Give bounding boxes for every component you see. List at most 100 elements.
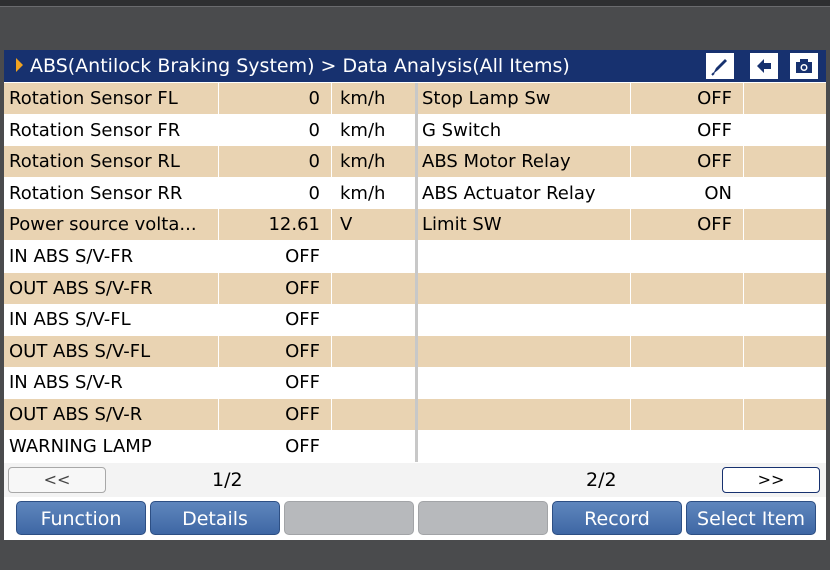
pen-icon [711,59,727,76]
right-item-unit [750,273,822,304]
left-item-unit [340,336,412,367]
left-item-unit [340,241,412,272]
left-item-name: Rotation Sensor RR [9,182,183,204]
left-item-name: Rotation Sensor RL [9,151,180,173]
right-item-unit [750,115,822,146]
left-item-name: OUT ABS S/V-FL [9,340,151,362]
left-item-value: OFF [285,404,320,425]
right-item-name [422,241,627,272]
left-item-value: OFF [285,277,320,299]
left-item-unit: km/h [340,119,386,141]
right-page-indicator: 2/2 [586,469,617,491]
left-item-unit [340,304,412,335]
right-item-value [632,241,732,272]
right-item-value: OFF [697,151,732,173]
pager-bar: << 1/2 2/2 >> [4,463,826,497]
camera-icon [796,59,812,73]
right-item-name: ABS Actuator Relay [422,182,596,204]
col-sep [630,83,631,462]
right-item-value [632,399,732,430]
right-item-unit [750,178,822,209]
right-item-name [422,273,627,304]
right-item-name [422,399,627,430]
left-item-unit: km/h [340,151,386,173]
right-item-unit [750,209,822,240]
left-item-unit [340,399,412,430]
left-item-name: OUT ABS S/V-R [9,404,143,425]
details-button[interactable]: Details [150,501,280,535]
right-item-value [632,304,732,335]
left-item-name: IN ABS S/V-FR [9,246,134,267]
left-item-name: Rotation Sensor FR [9,119,181,141]
next-page-button[interactable]: >> [722,467,820,493]
right-item-value: OFF [697,214,732,236]
back-button[interactable] [750,53,778,79]
right-item-name [422,367,627,398]
right-item-unit [750,336,822,367]
right-item-unit [750,146,822,177]
prev-page-button[interactable]: << [8,467,106,493]
data-panel: ABS(Antilock Braking System) > Data Anal… [4,50,826,540]
col-sep [331,83,332,462]
right-item-name: G Switch [422,119,502,141]
record-button[interactable]: Record [552,501,682,535]
left-item-name: Power source volta... [9,214,197,236]
right-item-name: ABS Motor Relay [422,151,571,173]
right-item-name: Limit SW [422,214,502,236]
left-item-unit [340,431,412,462]
select-item-button[interactable]: Select Item [686,501,816,535]
function-button[interactable]: Function [16,501,146,535]
col-sep [743,83,744,462]
left-item-value: 0 [308,182,320,204]
breadcrumb-arrow-icon [16,58,23,72]
left-item-value: OFF [285,372,320,394]
left-item-name: OUT ABS S/V-FR [9,277,153,299]
right-item-unit [750,83,822,114]
right-item-value: OFF [697,119,732,141]
left-page-indicator: 1/2 [212,469,243,491]
left-item-unit [340,367,412,398]
right-item-value: OFF [697,88,732,109]
left-item-name: WARNING LAMP [9,435,152,457]
panel-header: ABS(Antilock Braking System) > Data Anal… [4,50,826,82]
left-item-value: 12.61 [268,214,320,236]
right-item-unit [750,399,822,430]
page-divider [415,83,418,462]
right-item-name [422,304,627,335]
left-item-value: OFF [285,246,320,267]
left-item-unit: V [340,214,353,236]
left-item-unit: km/h [340,88,386,109]
right-item-name [422,431,627,462]
left-item-value: 0 [308,151,320,173]
left-item-name: IN ABS S/V-R [9,372,123,394]
blank-button-2[interactable] [418,501,548,535]
left-item-value: OFF [285,309,320,331]
left-item-value: OFF [285,435,320,457]
back-arrow-icon [757,59,771,73]
right-item-value [632,431,732,462]
left-item-value: 0 [308,119,320,141]
camera-button[interactable] [790,53,818,79]
right-item-value [632,367,732,398]
right-item-unit [750,241,822,272]
left-item-name: IN ABS S/V-FL [9,309,131,331]
right-item-value: ON [704,182,732,204]
left-item-value: 0 [308,88,320,109]
right-item-name [422,336,627,367]
top-area [0,6,830,51]
right-item-unit [750,367,822,398]
left-item-name: Rotation Sensor FL [9,88,178,109]
pen-button[interactable] [706,53,734,79]
page-title: ABS(Antilock Braking System) > Data Anal… [30,55,570,77]
function-bar: Function Details Record Select Item [4,498,826,540]
blank-button-1[interactable] [284,501,414,535]
left-item-unit: km/h [340,182,386,204]
right-item-value [632,273,732,304]
left-item-value: OFF [285,340,320,362]
right-item-unit [750,304,822,335]
bottom-area [0,540,830,570]
left-item-unit [340,273,412,304]
right-item-value [632,336,732,367]
right-item-unit [750,431,822,462]
col-sep [218,83,219,462]
